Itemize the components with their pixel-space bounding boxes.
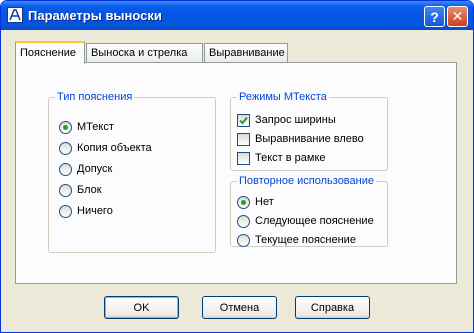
checkbox-label: Запрос ширины <box>255 114 336 126</box>
checkbox[interactable] <box>237 132 250 146</box>
tab-alignment[interactable]: Выравнивание <box>204 43 288 63</box>
group-legend: Режимы МТекста <box>239 91 327 103</box>
tab-leader-arrow[interactable]: Выноска и стрелка <box>86 43 203 63</box>
close-button[interactable]: ✕ <box>447 6 468 27</box>
button-label: OK <box>133 301 150 314</box>
radio-label: Допуск <box>77 163 113 175</box>
radio-block[interactable]: Блок <box>59 182 102 198</box>
reuse-group: Повторное использование Нет Следующее по… <box>230 175 388 247</box>
radio-button[interactable] <box>237 214 250 228</box>
checkbox[interactable] <box>237 151 250 165</box>
radio-reuse-current[interactable]: Текущее пояснение <box>237 232 356 248</box>
radio-reuse-none[interactable]: Нет <box>237 194 274 210</box>
tab-annotation[interactable]: Пояснение <box>15 41 85 64</box>
mtext-options-group: Режимы МТекста Запрос ширины Выравнивани… <box>230 91 388 171</box>
radio-button[interactable] <box>59 141 72 155</box>
group-legend: Повторное использование <box>239 175 374 187</box>
checkbox-label: Выравнивание влево <box>255 133 364 145</box>
window-title: Параметры выноски <box>28 8 162 23</box>
checkbox[interactable] <box>237 113 250 127</box>
radio-button[interactable] <box>237 233 250 247</box>
radio-button[interactable] <box>237 195 250 209</box>
checkbox-frame-text[interactable]: Текст в рамке <box>237 150 326 166</box>
help-button[interactable]: Справка <box>295 296 370 319</box>
button-label: Отмена <box>219 301 260 314</box>
radio-button[interactable] <box>59 204 72 218</box>
cancel-button[interactable]: Отмена <box>202 296 277 319</box>
radio-button[interactable] <box>59 162 72 176</box>
annotation-type-group: Тип пояснения МТекст Копия объекта Допус… <box>48 91 216 253</box>
radio-label: Блок <box>77 184 102 196</box>
app-icon <box>7 7 23 23</box>
tab-label: Пояснение <box>20 47 77 59</box>
tab-label: Выравнивание <box>209 47 285 59</box>
radio-label: МТекст <box>77 121 114 133</box>
help-title-button[interactable]: ? <box>424 6 445 27</box>
radio-label: Следующее пояснение <box>255 215 374 227</box>
radio-reuse-next[interactable]: Следующее пояснение <box>237 213 374 229</box>
radio-label: Ничего <box>77 205 113 217</box>
checkbox-left-justify[interactable]: Выравнивание влево <box>237 131 364 147</box>
checkmark-icon <box>239 116 248 124</box>
dialog-window: Параметры выноски ? ✕ Пояснение Выноска … <box>0 0 474 333</box>
ok-button[interactable]: OK <box>104 296 179 319</box>
radio-label: Нет <box>255 196 274 208</box>
radio-tolerance[interactable]: Допуск <box>59 161 112 177</box>
title-bar[interactable]: Параметры выноски ? ✕ <box>1 1 473 30</box>
radio-button[interactable] <box>59 120 72 134</box>
button-label: Справка <box>310 301 355 314</box>
group-legend: Тип пояснения <box>57 91 133 103</box>
radio-mtext[interactable]: МТекст <box>59 119 114 135</box>
radio-none[interactable]: Ничего <box>59 203 113 219</box>
checkbox-label: Текст в рамке <box>255 152 326 164</box>
checkbox-prompt-width[interactable]: Запрос ширины <box>237 112 336 128</box>
radio-button[interactable] <box>59 183 72 197</box>
radio-label: Текущее пояснение <box>255 234 356 246</box>
radio-copy-object[interactable]: Копия объекта <box>59 140 152 156</box>
tab-panel-annotation: Тип пояснения МТекст Копия объекта Допус… <box>15 62 457 284</box>
radio-label: Копия объекта <box>77 142 152 154</box>
tab-label: Выноска и стрелка <box>91 47 188 59</box>
